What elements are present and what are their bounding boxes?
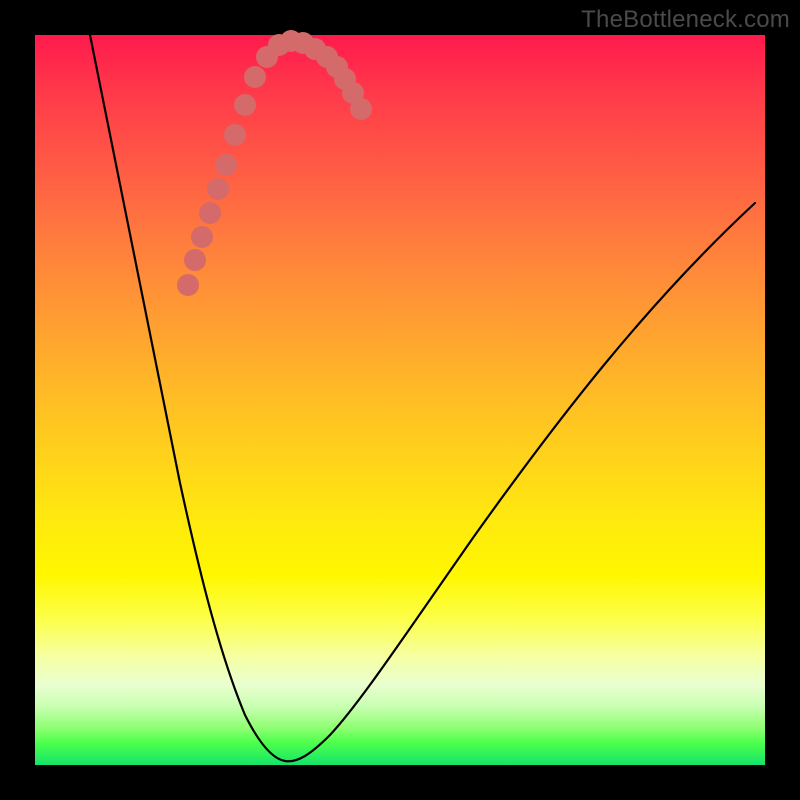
bottleneck-curve-svg [35,35,765,765]
highlight-dot [199,202,221,224]
plot-area [35,35,765,765]
bottleneck-curve-path [90,35,755,761]
highlight-dot [177,274,199,296]
highlight-dot [350,98,372,120]
highlight-dot-group [177,30,372,296]
highlight-dot [224,124,246,146]
highlight-dot [234,94,256,116]
chart-frame: TheBottleneck.com [0,0,800,800]
highlight-dot [207,178,229,200]
highlight-dot [184,249,206,271]
highlight-dot [215,154,237,176]
highlight-dot [244,66,266,88]
highlight-dot [191,226,213,248]
watermark-text: TheBottleneck.com [581,6,790,34]
